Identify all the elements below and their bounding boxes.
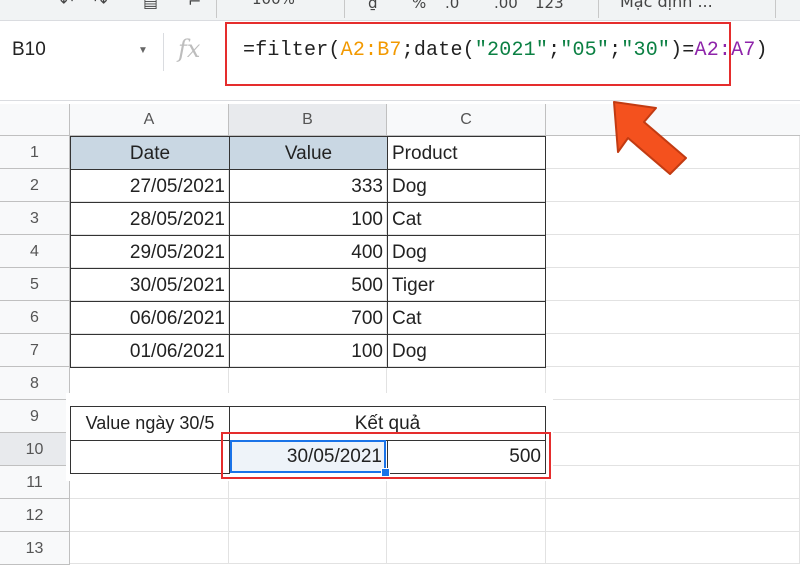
- empty-cell[interactable]: [546, 499, 800, 532]
- row-header-13[interactable]: 13: [0, 532, 70, 565]
- row-header-3[interactable]: 3: [0, 202, 70, 235]
- empty-cell[interactable]: [546, 235, 800, 268]
- formula-part: ): [755, 39, 768, 62]
- row-header-10[interactable]: 10: [0, 433, 70, 466]
- empty-cell[interactable]: [70, 499, 229, 532]
- redo-icon[interactable]: ↷: [94, 0, 107, 11]
- empty-cell[interactable]: [546, 268, 800, 301]
- table-cell-product[interactable]: Cat: [387, 202, 546, 236]
- increase-decimal-button[interactable]: .00: [494, 0, 518, 12]
- formula-highlight-box: [225, 22, 731, 86]
- table-cell-product[interactable]: Dog: [387, 334, 546, 368]
- table-cell-value[interactable]: 700: [229, 301, 388, 335]
- empty-cell[interactable]: [546, 532, 800, 564]
- divider: [163, 33, 164, 71]
- row-header-7[interactable]: 7: [0, 334, 70, 367]
- row-header-8[interactable]: 8: [0, 367, 70, 400]
- lookup-input-cell[interactable]: [70, 440, 230, 474]
- row-header-9[interactable]: 9: [0, 400, 70, 433]
- row-header-1[interactable]: 1: [0, 136, 70, 169]
- name-box-dropdown-icon[interactable]: ▼: [138, 45, 148, 56]
- table-cell-value[interactable]: 500: [229, 268, 388, 302]
- header-cell-value[interactable]: Value: [229, 136, 388, 170]
- fx-icon: fx: [178, 35, 201, 63]
- print-icon[interactable]: ▤: [143, 0, 158, 11]
- font-select[interactable]: Mặc định ...: [620, 0, 713, 11]
- result-highlight-box: [221, 432, 551, 479]
- empty-cell[interactable]: [70, 532, 229, 564]
- zoom-select[interactable]: 100%: [252, 0, 295, 8]
- row-header-2[interactable]: 2: [0, 169, 70, 202]
- lookup-label-cell[interactable]: Value ngày 30/5: [70, 406, 230, 441]
- row-header-11[interactable]: 11: [0, 466, 70, 499]
- table-cell-date[interactable]: 01/06/2021: [70, 334, 230, 368]
- empty-cell[interactable]: [546, 334, 800, 367]
- undo-icon[interactable]: ↶: [60, 0, 73, 11]
- empty-cell[interactable]: [387, 499, 546, 532]
- table-cell-product[interactable]: Dog: [387, 169, 546, 203]
- decrease-decimal-button[interactable]: .0: [445, 0, 459, 12]
- table-cell-date[interactable]: 30/05/2021: [70, 268, 230, 302]
- table-cell-value[interactable]: 400: [229, 235, 388, 269]
- paint-format-icon[interactable]: ⌐: [188, 0, 201, 11]
- name-box[interactable]: B10: [0, 21, 160, 81]
- table-cell-product[interactable]: Tiger: [387, 268, 546, 302]
- table-cell-date[interactable]: 06/06/2021: [70, 301, 230, 335]
- toolbar: ↶ ↷ ▤ ⌐ 100% ₫ % .0 .00 123 Mặc định ...: [0, 0, 800, 21]
- currency-button[interactable]: ₫: [368, 0, 378, 12]
- table-cell-product[interactable]: Cat: [387, 301, 546, 335]
- empty-cell[interactable]: [546, 301, 800, 334]
- empty-cell[interactable]: [546, 400, 800, 433]
- column-header-a[interactable]: A: [70, 104, 229, 136]
- empty-cell[interactable]: [546, 202, 800, 235]
- header-cell-product[interactable]: Product: [387, 136, 546, 170]
- table-cell-product[interactable]: Dog: [387, 235, 546, 269]
- table-cell-value[interactable]: 100: [229, 334, 388, 368]
- row-header-4[interactable]: 4: [0, 235, 70, 268]
- column-header-b[interactable]: B: [229, 104, 387, 136]
- percent-button[interactable]: %: [412, 0, 426, 12]
- empty-cell[interactable]: [546, 433, 800, 466]
- header-cell-date[interactable]: Date: [70, 136, 230, 170]
- empty-cell[interactable]: [387, 532, 546, 564]
- empty-cell[interactable]: [229, 532, 387, 564]
- empty-cell[interactable]: [546, 367, 800, 400]
- table-cell-value[interactable]: 100: [229, 202, 388, 236]
- empty-cell[interactable]: [546, 466, 800, 499]
- table-cell-date[interactable]: 27/05/2021: [70, 169, 230, 203]
- row-header-12[interactable]: 12: [0, 499, 70, 532]
- column-header-c[interactable]: C: [387, 104, 546, 136]
- row-header-6[interactable]: 6: [0, 301, 70, 334]
- select-all-corner[interactable]: [0, 104, 70, 136]
- arrow-pointing-to-formula-icon: [613, 101, 687, 175]
- empty-cell[interactable]: [229, 499, 387, 532]
- table-cell-date[interactable]: 28/05/2021: [70, 202, 230, 236]
- more-formats-button[interactable]: 123: [535, 0, 564, 12]
- table-cell-date[interactable]: 29/05/2021: [70, 235, 230, 269]
- row-header-5[interactable]: 5: [0, 268, 70, 301]
- table-cell-value[interactable]: 333: [229, 169, 388, 203]
